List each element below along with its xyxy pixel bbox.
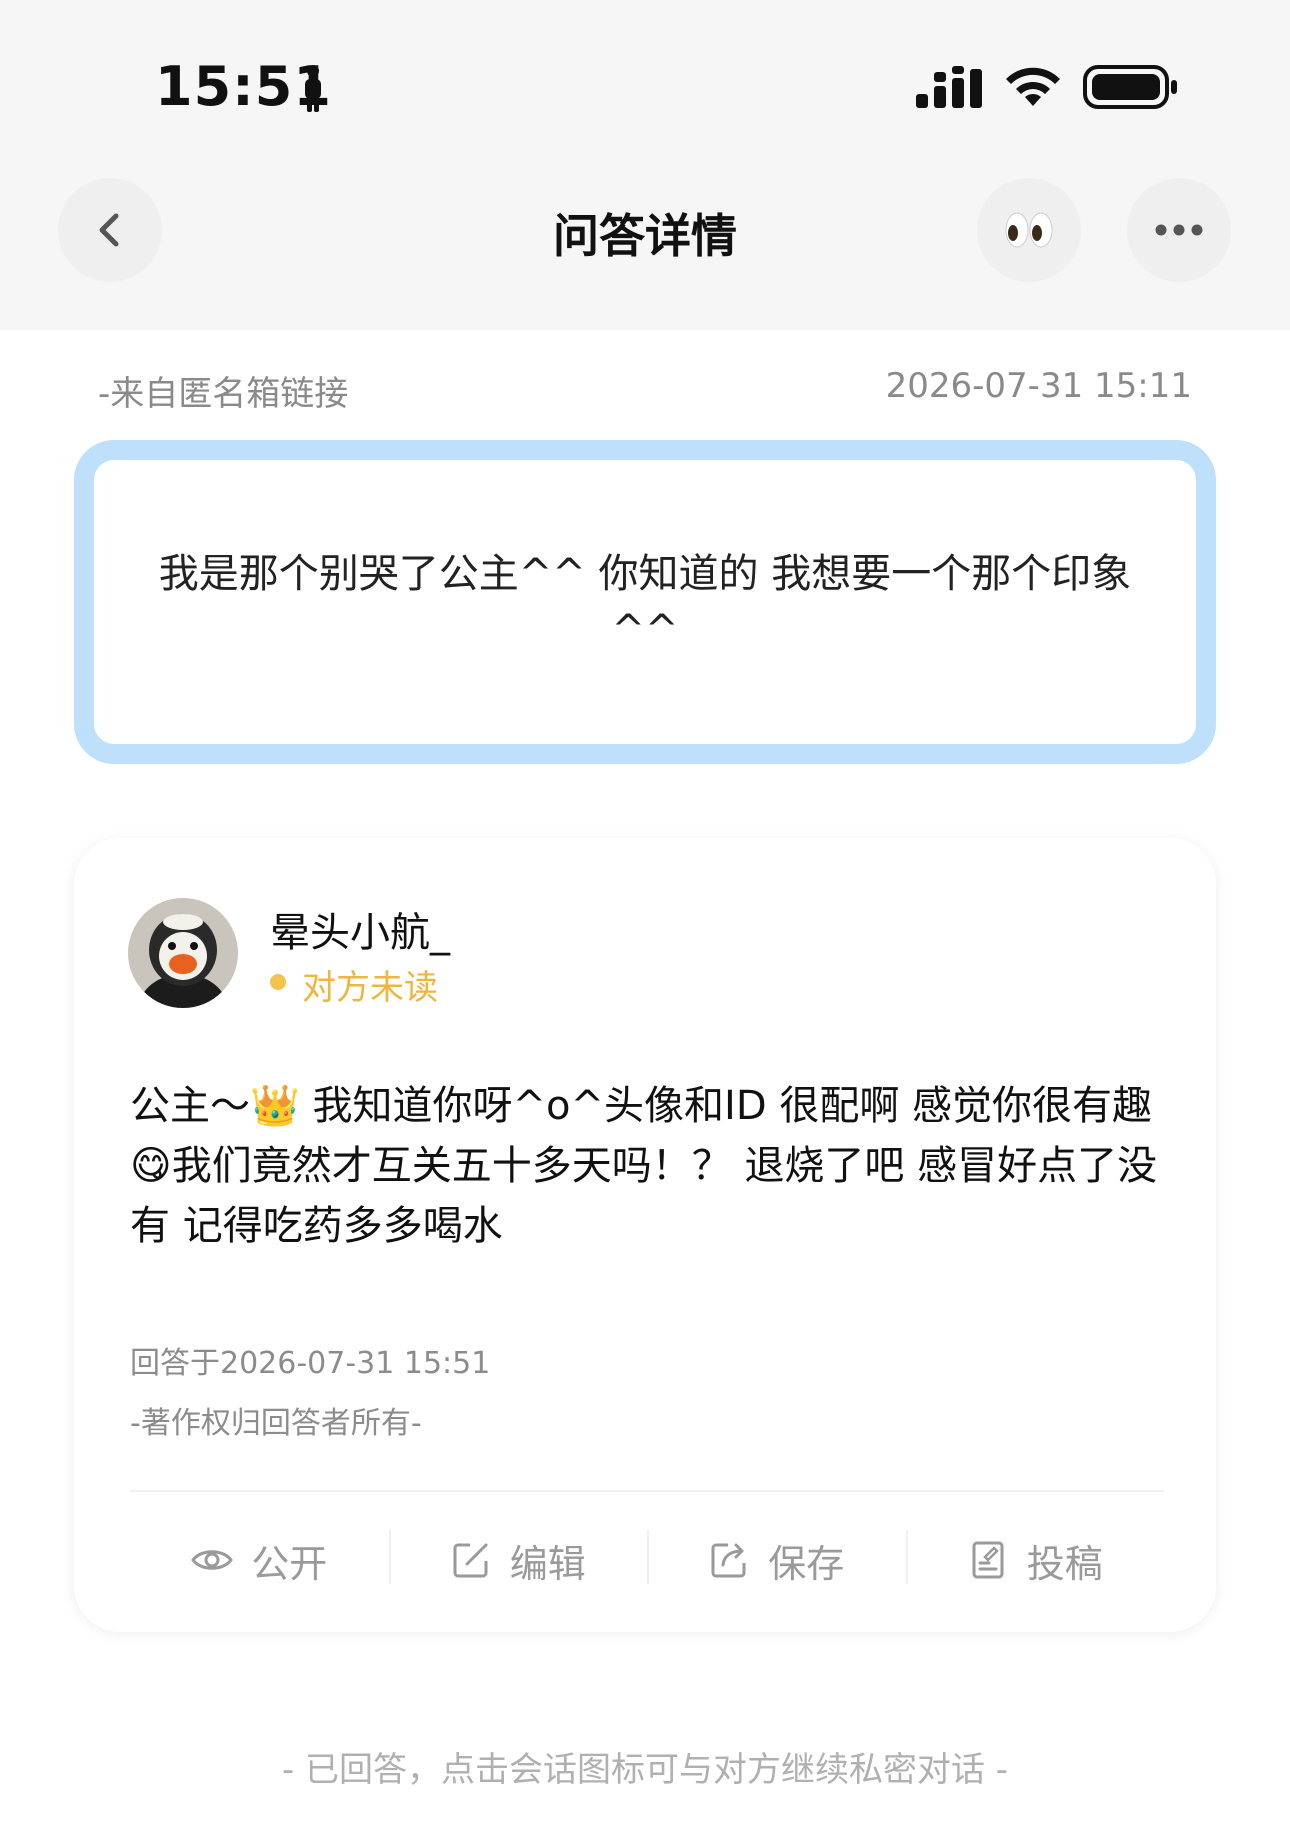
answer-text: 公主～👑 我知道你呀^o^头像和ID 很配啊 感觉你很有趣 😋我们竟然才互关五十多… bbox=[130, 1076, 1160, 1256]
divider bbox=[130, 1490, 1164, 1492]
signal-strength-icon bbox=[916, 66, 982, 108]
document-icon bbox=[972, 1541, 1004, 1579]
action-bar: 公开 编辑 保存 投稿 bbox=[130, 1510, 1164, 1610]
eyes-emoji-icon bbox=[1005, 212, 1053, 248]
question-source: -来自匿名箱链接 bbox=[98, 374, 349, 414]
page-title: 问答详情 bbox=[553, 209, 737, 263]
header-background bbox=[0, 0, 1290, 330]
submit-label: 投稿 bbox=[1026, 1541, 1103, 1586]
save-button[interactable]: 保存 bbox=[647, 1510, 906, 1610]
copyright-note: -著作权归回答者所有- bbox=[130, 1406, 422, 1441]
wifi-icon bbox=[1006, 67, 1060, 106]
question-timestamp: 2026-07-31 15:11 bbox=[885, 366, 1192, 406]
more-button[interactable] bbox=[1127, 178, 1231, 282]
unread-dot-icon bbox=[270, 974, 286, 990]
yum-emoji: 😋 bbox=[130, 1143, 172, 1189]
answer-text-part: 我知道你呀^o^头像和ID 很配啊 感觉你很有趣 bbox=[299, 1083, 1153, 1129]
more-dots-icon bbox=[1155, 224, 1203, 236]
crown-emoji: 👑 bbox=[250, 1083, 300, 1129]
share-save-icon bbox=[711, 1543, 746, 1578]
avatar[interactable] bbox=[128, 898, 238, 1008]
edit-label: 编辑 bbox=[509, 1541, 586, 1586]
answer-card: 晕头小航_ 对方未读 公主～👑 我知道你呀^o^头像和ID 很配啊 感觉你很有趣… bbox=[74, 838, 1216, 1632]
edit-icon bbox=[453, 1543, 488, 1578]
edit-button[interactable]: 编辑 bbox=[388, 1510, 648, 1610]
page: 15:51 问答详情 -来自匿名箱链接 2026-07-31 15:11 我是那… bbox=[0, 0, 1290, 1832]
read-status: 对方未读 bbox=[302, 968, 438, 1008]
save-label: 保存 bbox=[768, 1541, 845, 1586]
answer-text-part: 我们竟然才互关五十多天吗！？ 退烧了吧 感冒好点了没有 记得吃药多多喝水 bbox=[130, 1143, 1158, 1249]
public-button[interactable]: 公开 bbox=[130, 1510, 389, 1610]
answered-timestamp: 回答于2026-07-31 15:51 bbox=[130, 1346, 491, 1381]
person-icon bbox=[305, 65, 321, 112]
question-card: 我是那个别哭了公主^^ 你知道的 我想要一个那个印象 ^^ bbox=[74, 440, 1216, 764]
eye-icon bbox=[191, 1550, 234, 1570]
answerer-name[interactable]: 晕头小航_ bbox=[270, 900, 450, 958]
battery-icon bbox=[1083, 65, 1177, 109]
submit-button[interactable]: 投稿 bbox=[905, 1510, 1165, 1610]
answer-text-part: 公主～ bbox=[130, 1083, 250, 1129]
public-label: 公开 bbox=[251, 1541, 328, 1586]
footer-note: - 已回答，点击会话图标可与对方继续私密对话 - bbox=[281, 1750, 1009, 1790]
eyes-button[interactable] bbox=[977, 178, 1081, 282]
question-text: 我是那个别哭了公主^^ 你知道的 我想要一个那个印象 ^^ bbox=[158, 551, 1132, 653]
